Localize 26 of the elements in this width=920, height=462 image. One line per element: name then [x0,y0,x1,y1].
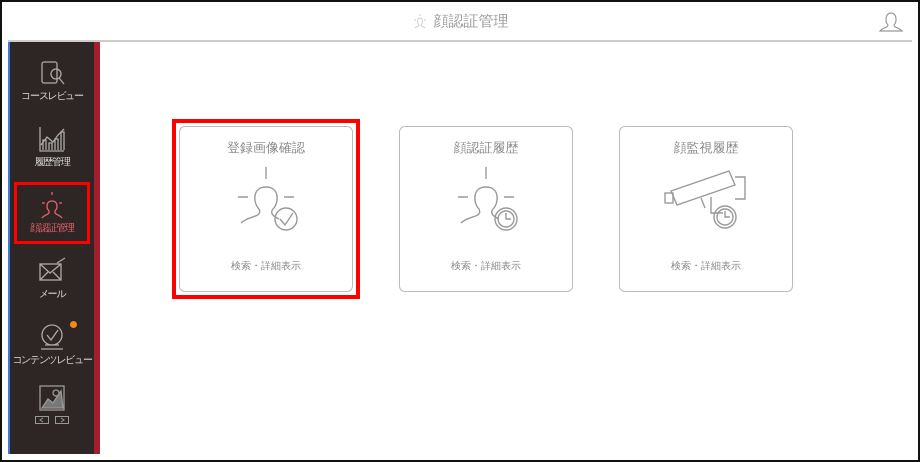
menu-card[interactable]: 顔監視履歴 検索・詳細表示 [619,126,793,292]
sidebar-label: コースレビュー [21,90,83,103]
sidebar-label: メール [38,288,66,301]
sidebar-label: 顔認証管理 [30,222,74,235]
sidebar-item[interactable]: コンテンツレビュー [14,314,90,376]
card-caption: 検索・詳細表示 [671,260,741,273]
card-title: 登録画像確認 [227,140,305,157]
card-caption: 検索・詳細表示 [231,260,301,273]
sidebar-item[interactable]: 履歴管理 [14,116,90,178]
previous-icon[interactable] [35,416,49,424]
menu-card[interactable]: 登録画像確認 検索・詳細表示 [179,126,353,292]
card-title: 顔認証履歴 [454,140,518,157]
sidebar-item[interactable]: 顔認証管理 [14,182,90,244]
person-icon [412,13,428,29]
sidebar-label: 履歴管理 [34,156,70,169]
card-title: 顔監視履歴 [674,140,738,157]
user-icon[interactable] [878,10,904,32]
card-caption: 検索・詳細表示 [451,260,521,273]
next-icon[interactable] [55,416,69,424]
sidebar-item[interactable]: コースレビュー [14,50,90,112]
image-icon[interactable] [38,384,66,412]
menu-card[interactable]: 顔認証履歴 検索・詳細表示 [399,126,573,292]
sidebar-item[interactable]: メール [14,248,90,310]
sidebar-label: コンテンツレビュー [12,354,92,367]
bar-chart-icon [37,125,67,153]
page-title: 顔認証管理 [434,12,508,30]
